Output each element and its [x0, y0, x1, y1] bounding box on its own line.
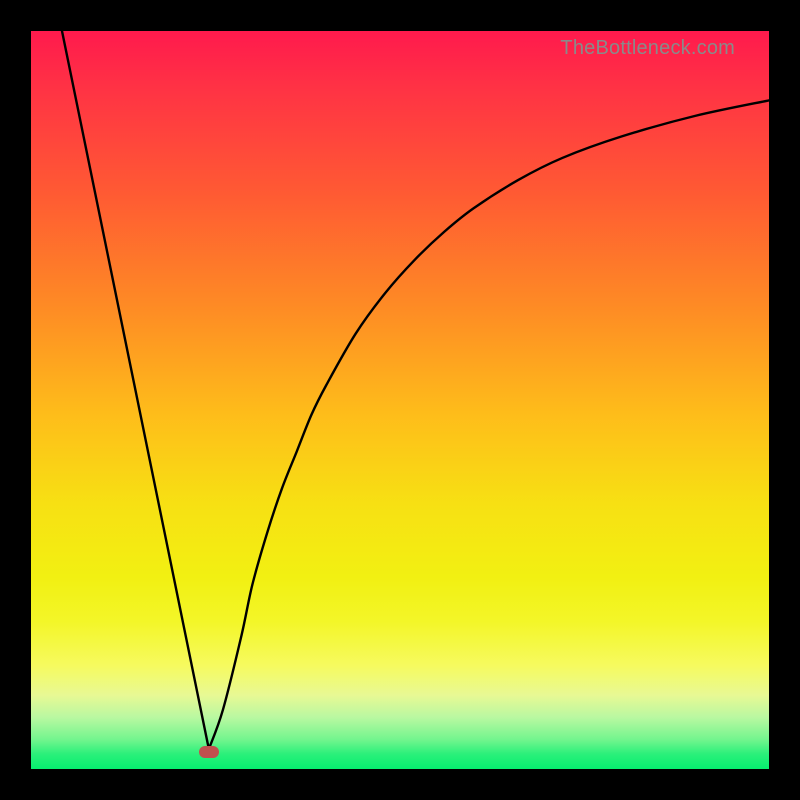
- plot-area: TheBottleneck.com: [31, 31, 769, 769]
- minimum-marker: [199, 746, 219, 758]
- chart-frame: TheBottleneck.com: [0, 0, 800, 800]
- curve-left-path: [62, 31, 209, 749]
- curve-layer: [31, 31, 769, 769]
- curve-right-path: [209, 100, 769, 749]
